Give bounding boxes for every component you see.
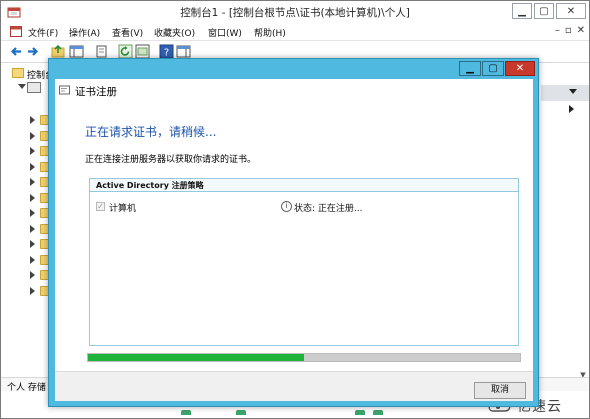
tree-node-console-root[interactable]: 控制台 (1, 67, 54, 81)
expand-arrow-icon[interactable] (30, 271, 35, 279)
console-document-icon (10, 26, 22, 37)
dialog-title: 证书注册 (75, 86, 117, 98)
expand-arrow-icon[interactable] (30, 194, 35, 202)
tree-node-store-folder[interactable] (1, 206, 52, 220)
green-marker-icon (181, 410, 191, 415)
tree-node-store-folder[interactable] (1, 253, 52, 267)
expand-arrow-icon[interactable] (18, 84, 26, 89)
maximize-icon: ▢ (488, 63, 498, 74)
certificate-store-icon (27, 82, 41, 93)
expand-arrow-icon[interactable] (30, 163, 35, 171)
tree-node-store-folder[interactable] (1, 160, 52, 174)
minimize-icon: ▁ (518, 5, 526, 17)
dialog-minimize-button[interactable]: ▁ (459, 61, 481, 76)
forward-arrow-icon[interactable] (25, 44, 40, 59)
more-actions-arrow-icon[interactable] (569, 105, 574, 113)
enrollment-progress-bar (87, 353, 521, 362)
action-pane (541, 63, 589, 377)
child-window-buttons: – ▫ ✕ (555, 25, 585, 36)
export-list-icon[interactable] (135, 44, 150, 59)
dialog-heading: 正在请求证书，请稍候... (85, 125, 217, 139)
tree-node-store-folder[interactable] (1, 144, 52, 158)
dialog-footer: 取消 (55, 371, 533, 401)
expand-arrow-icon[interactable] (30, 287, 35, 295)
collapse-arrow-icon (569, 89, 577, 94)
maximize-icon: ▢ (539, 5, 549, 17)
enrollment-status: 状态: 正在注册... (294, 204, 363, 214)
mmc-title-text: 控制台1 - [控制台根节点\证书(本地计算机)\个人] (180, 7, 410, 19)
expand-arrow-icon[interactable] (30, 225, 35, 233)
expand-arrow-icon[interactable] (30, 256, 35, 264)
minimize-button[interactable]: ▁ (512, 3, 532, 19)
cancel-button[interactable]: 取消 (474, 382, 526, 399)
help-icon[interactable]: ? (159, 44, 174, 59)
refresh-icon[interactable] (118, 44, 133, 59)
console-tree-pane (1, 63, 49, 377)
action-pane-header[interactable] (541, 85, 589, 101)
green-marker-icon (236, 410, 246, 415)
policy-item-label: 计算机 (109, 204, 137, 214)
expand-arrow-icon[interactable] (30, 178, 35, 186)
back-arrow-icon[interactable] (9, 44, 24, 59)
tree-node-store-folder[interactable] (1, 222, 52, 236)
tree-node-store-folder[interactable] (1, 113, 52, 127)
menu-view[interactable]: 查看(V) (112, 26, 143, 39)
info-icon: i (281, 201, 292, 212)
expand-arrow-icon[interactable] (30, 240, 35, 248)
tree-node-store-folder[interactable] (1, 268, 52, 282)
menu-favorites[interactable]: 收藏夹(O) (154, 26, 195, 39)
close-icon: ✕ (566, 5, 576, 17)
tree-node-certificates[interactable] (1, 81, 49, 95)
policy-header: Active Directory 注册策略 (90, 179, 518, 192)
policy-header-text: Active Directory 注册策略 (96, 181, 204, 190)
tree-node-store-folder[interactable] (1, 284, 52, 298)
close-icon: ✕ (515, 63, 525, 74)
folder-open-icon (12, 68, 24, 78)
dialog-title-buttons: ▁ ▢ ✕ (458, 61, 535, 76)
tree-node-store-folder[interactable] (1, 191, 52, 205)
child-close-icon[interactable]: ✕ (577, 25, 585, 36)
dialog-header: 证书注册 (55, 79, 533, 101)
menu-file[interactable]: 文件(F) (28, 26, 58, 39)
tree-node-store-folder[interactable] (1, 237, 52, 251)
enrollment-policy-box: Active Directory 注册策略 ✓ 计算机 i 状态: 正在注册..… (89, 178, 519, 346)
menu-help[interactable]: 帮助(H) (254, 26, 286, 39)
green-marker-icon (373, 410, 383, 415)
dialog-subtext: 正在连接注册服务器以获取你请求的证书。 (85, 155, 257, 165)
green-marker-icon (355, 410, 365, 415)
dialog-body: 证书注册 正在请求证书，请稍候... 正在连接注册服务器以获取你请求的证书。 A… (55, 79, 533, 401)
maximize-button[interactable]: ▢ (534, 3, 554, 19)
certificate-enrollment-dialog: ▁ ▢ ✕ 证书注册 正在请求证书，请稍候... 正在连接注册服务器以获取你请求… (48, 58, 539, 407)
policy-item-row: ✓ 计算机 i 状态: 正在注册... (96, 201, 516, 215)
child-minimize-icon[interactable]: – (555, 25, 560, 36)
svg-text:?: ? (164, 48, 169, 59)
close-button[interactable]: ✕ (556, 3, 586, 19)
dialog-maximize-button[interactable]: ▢ (482, 61, 504, 76)
menu-bar: 文件(F) 操作(A) 查看(V) 收藏夹(O) 窗口(W) 帮助(H) – ▫… (1, 23, 589, 41)
progress-fill (88, 354, 304, 361)
menu-action[interactable]: 操作(A) (69, 26, 100, 39)
expand-arrow-icon[interactable] (30, 116, 35, 124)
mmc-title-bar: 控制台1 - [控制台根节点\证书(本地计算机)\个人] ▁ ▢ ✕ (1, 1, 589, 23)
tree-node-store-folder[interactable] (1, 129, 52, 143)
child-restore-icon[interactable]: ▫ (565, 25, 572, 36)
menu-window[interactable]: 窗口(W) (208, 26, 242, 39)
show-hide-tree-icon[interactable] (69, 44, 84, 59)
copy-icon[interactable] (94, 44, 109, 59)
expand-arrow-icon[interactable] (30, 209, 35, 217)
computer-checkbox[interactable]: ✓ (96, 202, 105, 211)
tree-node-store-folder[interactable] (1, 175, 52, 189)
minimize-icon: ▁ (466, 63, 474, 74)
certificate-enrollment-icon (59, 85, 70, 95)
up-folder-icon[interactable] (51, 44, 66, 59)
expand-arrow-icon[interactable] (30, 132, 35, 140)
dialog-close-button[interactable]: ✕ (505, 61, 535, 76)
expand-arrow-icon[interactable] (30, 147, 35, 155)
show-hide-action-pane-icon[interactable] (176, 44, 191, 59)
